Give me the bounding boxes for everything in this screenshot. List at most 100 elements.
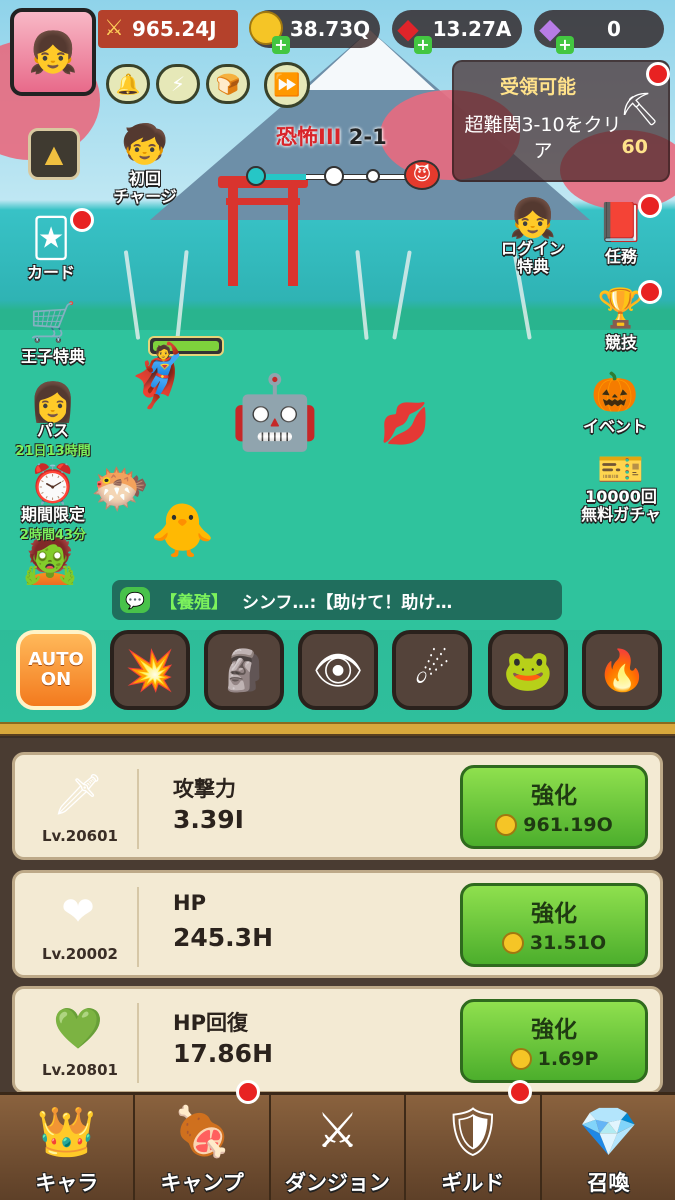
quest-panel[interactable]: 受領可能 超難関3-10をクリア 60 ⛏ xyxy=(452,60,670,182)
tab-label: 召喚 xyxy=(587,1171,630,1195)
quest-reward: 60 xyxy=(621,136,648,158)
stat-value: 17.86H xyxy=(173,1039,273,1068)
skill-meteor-icon[interactable]: ☄ xyxy=(392,630,472,710)
upgrade-cost: 31.51O xyxy=(529,932,607,954)
side-label: ログイン 特典 xyxy=(500,239,565,276)
dungeon-swords-icon: ⚔ xyxy=(316,1103,360,1159)
guild-notification-dot xyxy=(508,1080,532,1104)
pampas-grass xyxy=(355,250,369,340)
upgrade-label: 強化 xyxy=(531,901,577,927)
upgrade-hp-regen-button[interactable]: 強化 1.69P xyxy=(460,999,648,1083)
upgrade-cost: 1.69P xyxy=(537,1048,599,1070)
side-free-gacha[interactable]: 🎫 10000回 無料ガチャ xyxy=(576,446,666,524)
pampas-grass xyxy=(392,250,412,340)
mech-ally: 🤖 xyxy=(230,370,320,454)
upgrade-cost: 961.19O xyxy=(523,814,613,836)
quest-text: 超難関3-10をクリア xyxy=(464,114,622,162)
player-avatar[interactable]: 👧 xyxy=(10,8,96,96)
skill-explosion-icon[interactable]: 💥 xyxy=(110,630,190,710)
side-first-charge[interactable]: 🧒 初回 チャージ xyxy=(100,118,190,206)
side-label: 競技 xyxy=(604,333,637,352)
auto-label: AUTO xyxy=(28,649,84,670)
side-pass[interactable]: 👩 パス 21日13時間 xyxy=(8,379,98,460)
upgrade-label: 強化 xyxy=(531,783,577,809)
upgrade-hp-button[interactable]: 強化 31.51O xyxy=(460,883,648,967)
pass-icon: 👩 xyxy=(29,379,77,424)
side-prince-bonus[interactable]: 🛒 王子特典 xyxy=(8,296,98,366)
guild-shield-icon: 🛡 xyxy=(442,1103,504,1160)
skill-eye-icon[interactable]: 👁 xyxy=(298,630,378,710)
pampas-grass xyxy=(175,250,189,340)
tab-label: ダンジョン xyxy=(285,1171,391,1195)
stage-node xyxy=(324,166,344,186)
side-label: 任務 xyxy=(604,247,637,266)
chat-bubble-icon: 💬 xyxy=(120,587,150,613)
stat-name: HP回復 xyxy=(173,1011,248,1035)
login-bonus-icon: 👧 xyxy=(509,195,557,240)
add-gold-icon[interactable]: + xyxy=(272,36,290,54)
side-label: パス xyxy=(36,421,69,440)
heal-icon: 💚 xyxy=(53,1005,103,1052)
bottom-tab-bar: 👑 キャラ 🍖 キャンプ ⚔ ダンジョン 🛡 ギルド 💎 召喚 xyxy=(0,1092,675,1200)
stage-node xyxy=(366,169,380,183)
upgrade-attack-button[interactable]: 強化 961.19O xyxy=(460,765,648,849)
stat-name: HP xyxy=(173,891,206,915)
combat-power: ⚔ 965.24J xyxy=(98,10,238,48)
tab-label: キャンプ xyxy=(160,1171,244,1195)
buff-bell-icon[interactable]: 🔔 xyxy=(106,64,150,104)
pass-timer: 21日13時間 xyxy=(15,444,91,459)
stage-title: 恐怖III 2-1 xyxy=(276,121,387,151)
auto-skill-toggle[interactable]: AUTO ON xyxy=(16,630,96,710)
heart-icon: ❤ xyxy=(61,889,95,935)
gold-counter[interactable]: + 38.73Q xyxy=(249,10,380,54)
mission-notification-dot xyxy=(638,194,662,218)
side-login-bonus[interactable]: 👧 ログイン 特典 xyxy=(488,196,578,276)
side-limited-time[interactable]: ⏰ 期間限定 2時間43分 xyxy=(8,462,98,544)
fast-forward-button[interactable]: ⏩ xyxy=(264,62,310,108)
summon-altar-icon: 💎 xyxy=(578,1103,639,1160)
buff-bread-icon[interactable]: 🍞 xyxy=(206,64,250,104)
skill-frog-icon[interactable]: 🐸 xyxy=(488,630,568,710)
stat-level: Lv.20002 xyxy=(42,945,118,963)
pickaxe-icon: ⛏ xyxy=(619,90,660,128)
tab-character[interactable]: 👑 キャラ xyxy=(0,1095,136,1200)
buff-lightning-icon[interactable]: ⚡ xyxy=(156,64,200,104)
side-label: イベント xyxy=(582,417,647,436)
tab-dungeon[interactable]: ⚔ ダンジョン xyxy=(270,1095,407,1200)
card-notification-dot xyxy=(70,208,94,232)
tab-camp[interactable]: 🍖 キャンプ xyxy=(135,1095,271,1200)
pampas-grass xyxy=(123,250,141,340)
stage-node xyxy=(246,166,266,186)
torii-gate xyxy=(218,176,308,286)
add-gem-icon[interactable]: + xyxy=(556,36,574,54)
stat-row-hp: ❤ Lv.20002 HP 245.3H 強化 31.51O xyxy=(12,870,663,978)
ticket-icon: 🎫 xyxy=(597,446,645,491)
skill-super-hero-icon[interactable]: 🔥 xyxy=(582,630,662,710)
ruby-counter[interactable]: ◆ + 13.27A xyxy=(392,10,522,54)
tab-summon[interactable]: 💎 召喚 xyxy=(541,1095,675,1200)
chat-category: 【養殖】 xyxy=(160,592,228,613)
auto-state: ON xyxy=(40,669,72,690)
skill-bar: AUTO ON 💥 🗿 👁 ☄ 🐸 🔥 xyxy=(0,630,675,722)
sword-icon: 🗡 xyxy=(52,771,104,818)
side-event[interactable]: 🎃 イベント xyxy=(570,366,660,436)
stat-level: Lv.20601 xyxy=(42,827,118,845)
stage-number: 2-1 xyxy=(348,125,387,149)
tab-guild[interactable]: 🛡 ギルド xyxy=(406,1095,542,1200)
treasure-chest-icon: 🧒 xyxy=(121,121,169,166)
stat-row-attack: 🗡 Lv.20601 攻撃力 3.39I 強化 961.19O xyxy=(12,752,663,860)
stat-level: Lv.20801 xyxy=(42,1061,118,1079)
side-label: 王子特典 xyxy=(20,347,85,366)
lips-enemy: 💋 xyxy=(380,401,430,447)
pinwheel-icon: 🎃 xyxy=(591,369,639,414)
chat-bar[interactable]: 💬 【養殖】 シンフ…:【助けて！助け… xyxy=(112,580,562,620)
add-ruby-icon[interactable]: + xyxy=(414,36,432,54)
boss-node-icon: 😈 xyxy=(404,160,440,190)
skill-totem-icon[interactable]: 🗿 xyxy=(204,630,284,710)
expand-menu-button[interactable]: ▲ xyxy=(28,128,80,180)
quest-heading: 受領可能 xyxy=(499,76,576,98)
duck-ally: 🐥 xyxy=(150,501,215,561)
side-label: カード xyxy=(26,263,75,282)
gold-coin-icon xyxy=(501,932,524,954)
gem-counter[interactable]: ◆ + 0 xyxy=(534,10,664,54)
